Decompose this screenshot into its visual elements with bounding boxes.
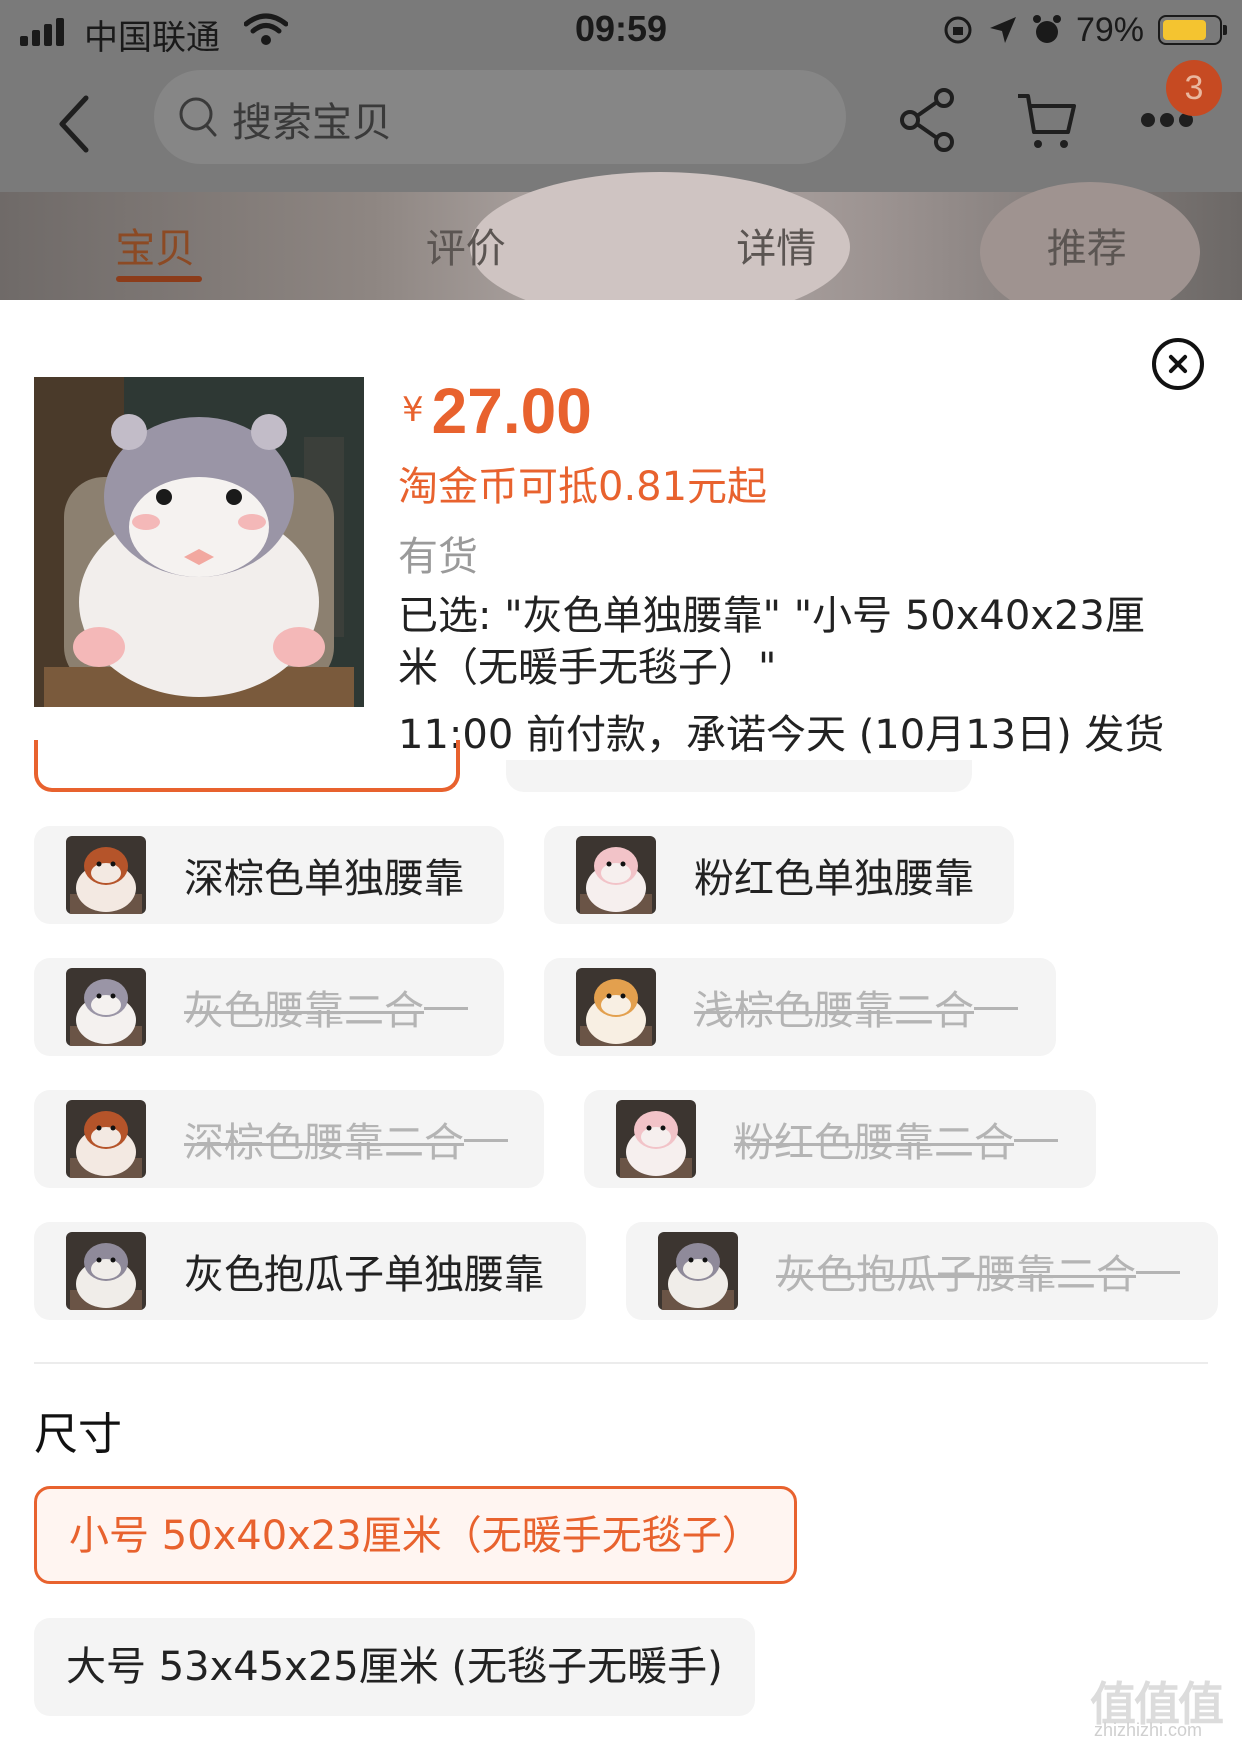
color-option[interactable]: 粉红色腰靠二合 (584, 1090, 1096, 1188)
option-label: 深棕色腰靠二合 (184, 1110, 508, 1168)
tab-recommend[interactable]: 推荐 (932, 192, 1242, 300)
search-placeholder: 搜索宝贝 (232, 100, 392, 146)
option-thumbnail (616, 1100, 696, 1178)
option-thumbnail (658, 1232, 738, 1310)
watermark-url: zhizhizhi.com (1094, 1720, 1203, 1740)
tab-reviews[interactable]: 评价 (311, 192, 622, 300)
price-currency: ¥ (402, 390, 424, 430)
tab-details[interactable]: 详情 (621, 192, 932, 300)
color-option[interactable]: 灰色抱瓜子单独腰靠 (34, 1222, 586, 1320)
color-option[interactable]: 粉红色单独腰靠 (544, 826, 1014, 924)
stock-status: 有货 (398, 534, 478, 580)
option-label: 灰色抱瓜子腰靠二合 (776, 1242, 1180, 1300)
product-image (34, 377, 364, 707)
battery-icon (1158, 15, 1227, 45)
color-option[interactable]: 浅棕色腰靠二合 (544, 958, 1056, 1056)
location-icon (989, 17, 1016, 43)
option-thumbnail (66, 1232, 146, 1310)
option-thumbnail (576, 968, 656, 1046)
shipping-promise: 11:00 前付款，承诺今天 (10月13日) 发货 (398, 712, 1165, 758)
back-arrow-icon[interactable] (50, 92, 98, 156)
divider (34, 1362, 1208, 1364)
battery-percent: 79% (1075, 10, 1144, 49)
search-icon (179, 97, 217, 137)
tab-item[interactable]: 宝贝 (0, 192, 311, 300)
color-option[interactable]: 灰色腰靠二合 (34, 958, 504, 1056)
option-thumbnail (576, 836, 656, 914)
notification-badge: 3 (1166, 60, 1222, 116)
option-label: 浅棕色腰靠二合 (694, 978, 1018, 1036)
selected-option-peek[interactable] (34, 740, 460, 792)
orientation-lock-icon (944, 16, 972, 44)
alarm-icon (1032, 15, 1061, 43)
option-thumbnail (66, 836, 146, 914)
selected-summary: 已选: "灰色单独腰靠" "小号 50x40x23厘米（无暖手无毯子）" (398, 593, 1145, 691)
price: ¥27.00 (402, 374, 592, 448)
price-value: 27.00 (431, 375, 592, 447)
size-option-small[interactable]: 小号 50x40x23厘米（无暖手无毯子） (34, 1486, 797, 1584)
color-option[interactable]: 深棕色单独腰靠 (34, 826, 504, 924)
color-option[interactable]: 深棕色腰靠二合 (34, 1090, 544, 1188)
size-section-title: 尺寸 (34, 1409, 122, 1460)
option-label: 深棕色单独腰靠 (184, 856, 464, 902)
background-page-overlay: 中国联通 09:59 79% 搜索宝贝 3 宝贝 评价 详情 推荐 (0, 0, 1242, 300)
option-label: 灰色抱瓜子单独腰靠 (184, 1252, 544, 1298)
search-input[interactable]: 搜索宝贝 (154, 70, 846, 164)
option-thumbnail (66, 1100, 146, 1178)
option-label: 粉红色腰靠二合 (734, 1110, 1058, 1168)
size-option-large[interactable]: 大号 53x45x25厘米 (无毯子无暖手) (34, 1618, 755, 1716)
option-thumbnail (66, 968, 146, 1046)
close-icon[interactable] (1152, 338, 1204, 390)
coin-discount-text: 淘金币可抵0.81元起 (398, 464, 768, 510)
color-option[interactable]: 灰色抱瓜子腰靠二合 (626, 1222, 1218, 1320)
option-label: 粉红色单独腰靠 (694, 856, 974, 902)
option-label: 灰色腰靠二合 (184, 978, 468, 1036)
share-icon[interactable] (898, 88, 958, 152)
status-bar: 中国联通 09:59 79% (0, 0, 1242, 62)
tab-bar: 宝贝 评价 详情 推荐 (0, 192, 1242, 300)
option-peek[interactable] (506, 760, 972, 792)
cart-icon[interactable] (1014, 88, 1078, 152)
